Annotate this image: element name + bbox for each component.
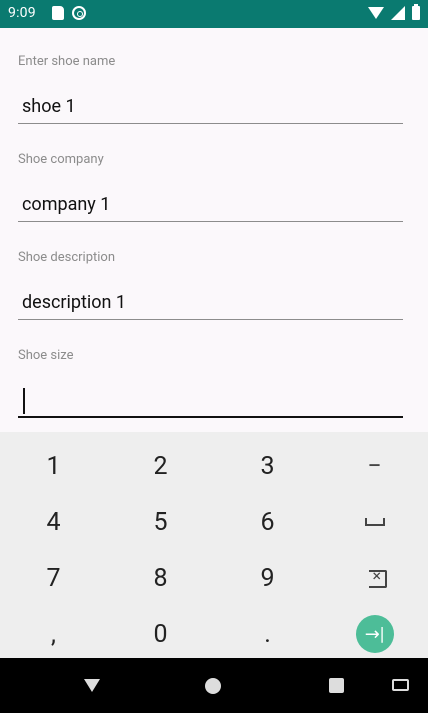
key-0[interactable]: 0 xyxy=(107,606,214,662)
shoe-name-label: Enter shoe name xyxy=(18,54,116,69)
key-comma[interactable]: , xyxy=(0,606,107,662)
key-4[interactable]: 4 xyxy=(0,494,107,550)
status-time: 9:09 xyxy=(8,5,36,21)
shoe-size-label: Shoe size xyxy=(18,348,74,363)
status-right-icons xyxy=(368,4,420,20)
shoe-size-input[interactable] xyxy=(18,384,403,418)
key-1[interactable]: 1 xyxy=(0,438,107,494)
key-space[interactable] xyxy=(321,494,428,550)
backspace-icon xyxy=(363,566,387,588)
key-next[interactable]: →| xyxy=(321,606,428,662)
navigation-bar xyxy=(0,658,428,713)
status-left-icons xyxy=(52,6,86,20)
key-5[interactable]: 5 xyxy=(107,494,214,550)
shoe-form: Enter shoe name Shoe company Shoe descri… xyxy=(0,28,428,430)
numeric-keyboard: 1 2 3 − 4 5 6 7 8 9 , 0 . →| xyxy=(0,432,428,658)
key-9[interactable]: 9 xyxy=(214,550,321,606)
key-6[interactable]: 6 xyxy=(214,494,321,550)
text-cursor xyxy=(23,388,25,414)
shoe-name-input[interactable] xyxy=(18,90,403,124)
key-2[interactable]: 2 xyxy=(107,438,214,494)
wifi-icon xyxy=(368,7,384,19)
shoe-description-label: Shoe description xyxy=(18,250,116,265)
status-bar: 9:09 xyxy=(0,0,428,28)
key-minus[interactable]: − xyxy=(321,438,428,494)
recents-icon[interactable] xyxy=(329,678,344,693)
home-icon[interactable] xyxy=(205,678,221,694)
key-7[interactable]: 7 xyxy=(0,550,107,606)
space-icon xyxy=(364,518,385,526)
key-period[interactable]: . xyxy=(214,606,321,662)
back-icon[interactable] xyxy=(84,679,100,692)
keyboard-icon[interactable] xyxy=(392,679,409,691)
shoe-description-input[interactable] xyxy=(18,286,403,320)
data-saver-icon xyxy=(72,6,86,20)
shoe-company-label: Shoe company xyxy=(18,152,104,167)
sd-card-icon xyxy=(52,6,64,20)
key-8[interactable]: 8 xyxy=(107,550,214,606)
key-3[interactable]: 3 xyxy=(214,438,321,494)
key-backspace[interactable] xyxy=(321,550,428,606)
next-arrow-icon: →| xyxy=(355,615,394,653)
battery-icon xyxy=(412,4,420,20)
shoe-company-input[interactable] xyxy=(18,188,403,222)
signal-icon xyxy=(391,6,405,20)
